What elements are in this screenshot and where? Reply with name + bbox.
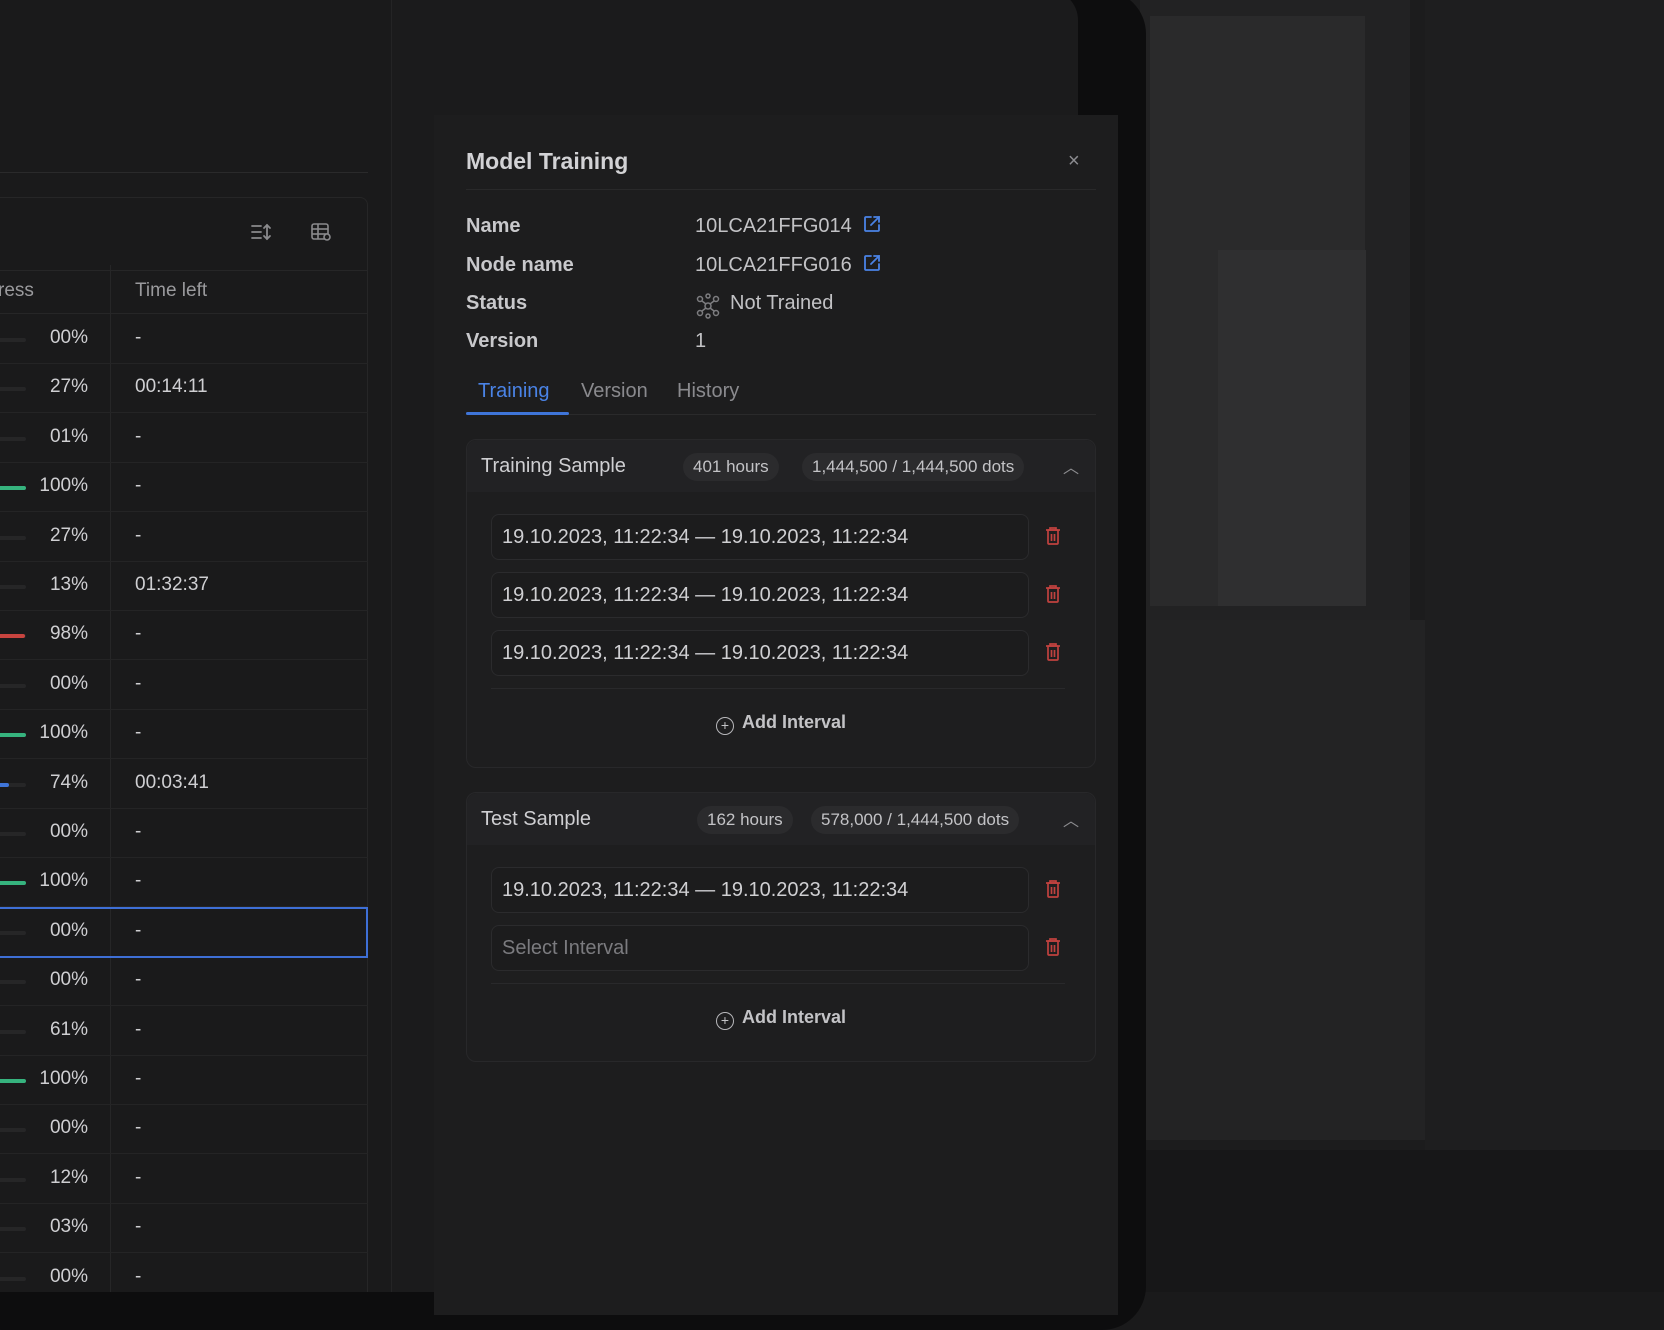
trash-icon[interactable]	[1044, 584, 1064, 606]
progress-percent: 13%	[18, 574, 88, 596]
time-left-value: -	[135, 1216, 141, 1238]
time-left-value: -	[135, 623, 141, 645]
close-button[interactable]: ×	[1068, 150, 1080, 173]
progress-percent: 00%	[18, 673, 88, 695]
progress-percent: 98%	[18, 623, 88, 645]
progress-percent: 00%	[18, 821, 88, 843]
progress-percent: 12%	[18, 1167, 88, 1189]
interval-field[interactable]: 19.10.2023, 11:22:34 — 19.10.2023, 11:22…	[491, 514, 1029, 560]
progress-percent: 00%	[18, 969, 88, 991]
hours-badge: 162 hours	[697, 806, 793, 834]
progress-percent: 27%	[18, 525, 88, 547]
select-interval-field[interactable]: Select Interval	[491, 925, 1029, 971]
time-left-value: -	[135, 1167, 141, 1189]
background-shape	[1218, 250, 1366, 606]
training-sample-header[interactable]: Training Sample 401 hours 1,444,500 / 1,…	[467, 440, 1095, 492]
time-left-value: -	[135, 1068, 141, 1090]
progress-percent: 74%	[18, 772, 88, 794]
background-shape	[1425, 0, 1664, 1150]
plus-circle-icon: +	[716, 1012, 734, 1030]
table-settings-icon[interactable]	[301, 212, 341, 252]
hours-badge: 401 hours	[683, 453, 779, 481]
time-left-value: -	[135, 1117, 141, 1139]
progress-percent: 100%	[18, 475, 88, 497]
interval-field[interactable]: 19.10.2023, 11:22:34 — 19.10.2023, 11:22…	[491, 867, 1029, 913]
test-sample-section: Test Sample 162 hours 578,000 / 1,444,50…	[466, 792, 1096, 1062]
trash-icon[interactable]	[1044, 526, 1064, 548]
chevron-up-icon[interactable]: ︿	[1063, 807, 1079, 831]
dots-badge: 578,000 / 1,444,500 dots	[811, 806, 1019, 834]
version-value: 1	[695, 330, 706, 353]
interval-field[interactable]: 19.10.2023, 11:22:34 — 19.10.2023, 11:22…	[491, 630, 1029, 676]
add-interval-button[interactable]: + Add Interval	[467, 712, 1095, 735]
divider	[491, 983, 1065, 984]
time-left-value: -	[135, 1019, 141, 1041]
add-interval-label: Add Interval	[742, 1007, 846, 1027]
add-interval-label: Add Interval	[742, 712, 846, 732]
active-tab-indicator	[466, 412, 569, 415]
sort-icon[interactable]	[241, 212, 281, 252]
time-left-value: -	[135, 821, 141, 843]
add-interval-button[interactable]: + Add Interval	[467, 1007, 1095, 1030]
time-left-value: -	[135, 673, 141, 695]
name-value: 10LCA21FFG014	[695, 215, 852, 238]
interval-field[interactable]: 19.10.2023, 11:22:34 — 19.10.2023, 11:22…	[491, 572, 1029, 618]
progress-percent: 00%	[18, 920, 88, 942]
time-left-value: 01:32:37	[135, 574, 209, 596]
column-header-time-left[interactable]: Time left	[135, 280, 207, 302]
trash-icon[interactable]	[1044, 642, 1064, 664]
progress-percent: 01%	[18, 426, 88, 448]
table-panel: progress Time left 00% - 27% 00:14:11 01% - 10…	[0, 0, 392, 1292]
plus-circle-icon: +	[716, 717, 734, 735]
time-left-value: 00:14:11	[135, 376, 208, 398]
network-status-icon	[695, 293, 721, 325]
status-label: Status	[466, 292, 527, 315]
time-left-value: -	[135, 722, 141, 744]
divider	[0, 172, 368, 173]
progress-percent: 00%	[18, 1117, 88, 1139]
time-left-value: -	[135, 1266, 141, 1288]
progress-percent: 00%	[18, 327, 88, 349]
tab-version[interactable]: Version	[581, 380, 648, 403]
trash-icon[interactable]	[1044, 937, 1064, 959]
tab-history[interactable]: History	[677, 380, 739, 403]
section-title: Training Sample	[481, 455, 626, 478]
progress-bar-fill	[0, 783, 9, 787]
time-left-value: 00:03:41	[135, 772, 209, 794]
time-left-value: -	[135, 969, 141, 991]
progress-percent: 27%	[18, 376, 88, 398]
node-name-value: 10LCA21FFG016	[695, 254, 852, 277]
progress-percent: 00%	[18, 1266, 88, 1288]
external-link-icon[interactable]	[862, 214, 882, 240]
name-label: Name	[466, 215, 520, 238]
section-title: Test Sample	[481, 808, 591, 831]
time-left-value: -	[135, 475, 141, 497]
progress-percent: 100%	[18, 1068, 88, 1090]
time-left-value: -	[135, 920, 141, 942]
external-link-icon[interactable]	[862, 253, 882, 279]
drawer-title: Model Training	[466, 148, 628, 175]
progress-percent: 100%	[18, 722, 88, 744]
background-shape	[1140, 620, 1425, 1140]
chevron-up-icon[interactable]: ︿	[1063, 454, 1079, 478]
divider	[491, 688, 1065, 689]
progress-percent: 03%	[18, 1216, 88, 1238]
time-left-value: -	[135, 525, 141, 547]
time-left-value: -	[135, 327, 141, 349]
version-label: Version	[466, 330, 538, 353]
node-name-label: Node name	[466, 254, 574, 277]
progress-percent: 61%	[18, 1019, 88, 1041]
divider	[466, 189, 1096, 190]
progress-percent: 100%	[18, 870, 88, 892]
time-left-value: -	[135, 870, 141, 892]
background-shape	[1140, 1150, 1664, 1292]
tab-training[interactable]: Training	[478, 380, 550, 403]
dots-badge: 1,444,500 / 1,444,500 dots	[802, 453, 1024, 481]
test-sample-header[interactable]: Test Sample 162 hours 578,000 / 1,444,50…	[467, 793, 1095, 845]
status-value: Not Trained	[730, 292, 833, 315]
time-left-value: -	[135, 426, 141, 448]
column-header-progress[interactable]: progress	[0, 280, 34, 302]
training-sample-section: Training Sample 401 hours 1,444,500 / 1,…	[466, 439, 1096, 768]
trash-icon[interactable]	[1044, 879, 1064, 901]
